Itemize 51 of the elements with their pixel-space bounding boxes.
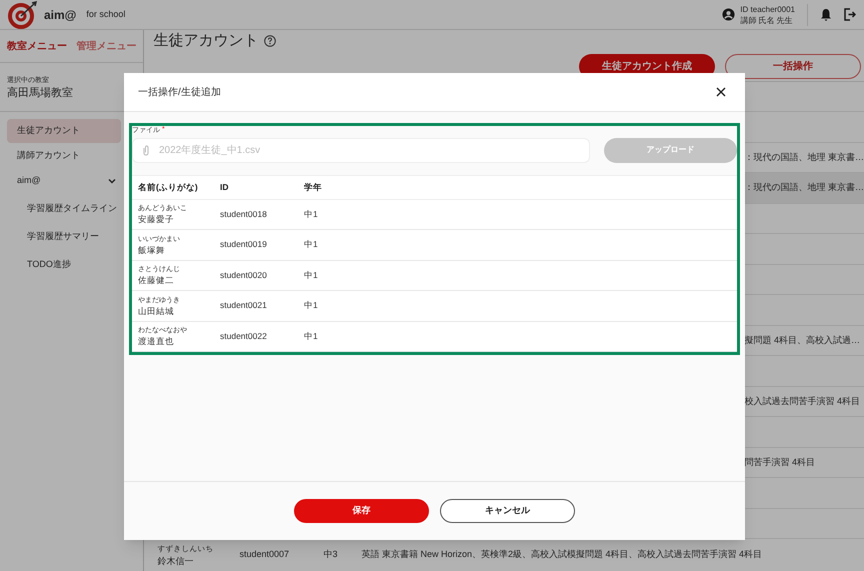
subjects-cell-text: 校入試過去問苦手演習 4科目 <box>744 394 860 408</box>
name-cell-text: 安藤愛子 <box>138 214 175 226</box>
user-id: ID teacher0001 <box>740 4 795 14</box>
id-cell-text: student0019 <box>220 238 268 252</box>
classroom-name: 高田馬場教室 <box>7 87 74 100</box>
menu-tab[interactable]: 教室メニュー <box>7 38 67 54</box>
grade-cell: 中1 <box>304 238 318 252</box>
sidebar-item[interactable]: 学習履歴タイムライン <box>7 197 121 221</box>
id-cell-text: student0020 <box>220 268 268 282</box>
name-cell-text: 渡邉直也 <box>138 336 175 348</box>
save-button[interactable]: 保存 <box>294 499 429 523</box>
grade-cell: 中1 <box>304 268 318 282</box>
id-cell-text: student0021 <box>220 299 268 312</box>
subjects-cell-text: 問苦手演習 4科目 <box>744 456 815 468</box>
sidebar-item[interactable]: aim@ <box>7 169 121 193</box>
subjects-cell-text: ：現代の国語、地理 東京書… <box>744 150 864 164</box>
grade-cell: 中1 <box>304 208 318 221</box>
logo-suffix: for school <box>86 8 126 21</box>
grade-cell-text: 中3 <box>323 548 338 562</box>
sidebar-item[interactable]: 生徒アカウント <box>7 119 121 143</box>
sidebar-item[interactable]: TODO進捗 <box>7 253 121 277</box>
sidebar-item[interactable]: 講師アカウント <box>7 144 121 168</box>
bell-icon[interactable] <box>820 8 832 21</box>
column-header: 学年 <box>304 180 322 194</box>
cancel-button[interactable]: キャンセル <box>440 499 575 523</box>
name-cell-text: 飯塚舞 <box>138 244 166 256</box>
user-name: 講師 氏名 先生 <box>740 14 794 26</box>
subjects-cell-text: ：現代の国語、地理 東京書… <box>744 181 864 194</box>
modal-title: 一括操作/生徒追加 <box>138 86 221 100</box>
column-header: ID <box>220 180 230 194</box>
name-cell-text: 佐藤健二 <box>138 275 175 286</box>
help-icon[interactable] <box>264 35 276 48</box>
chevron-icon <box>107 176 117 186</box>
page-title: 生徒アカウント <box>153 31 258 51</box>
column-header: 名前(ふりがな) <box>138 180 199 194</box>
logo-text: aim@ <box>44 6 76 24</box>
name-cell-text: 鈴木信一 <box>157 555 194 567</box>
close-icon[interactable] <box>716 87 726 97</box>
subjects-cell-text: 擬問題 4科目、高校入試過… <box>744 334 860 346</box>
id-cell-text: student0022 <box>220 330 268 343</box>
user-icon <box>722 8 736 21</box>
grade-cell: 中1 <box>304 330 318 343</box>
action-button[interactable]: 一括操作 <box>725 54 861 79</box>
paperclip-icon <box>143 144 149 156</box>
logout-icon[interactable] <box>844 8 856 21</box>
grade-cell: 中1 <box>304 299 318 312</box>
id-cell-text: student0018 <box>220 208 268 221</box>
name-cell-text: 山田結城 <box>138 306 175 317</box>
id-cell-text: student0007 <box>239 548 290 562</box>
subjects-cell-text: 英語 東京書籍 New Horizon、英検準2級、高校入試模擬問題 4科目、高校入試過去問苦手演習 4科目 <box>361 548 762 562</box>
sidebar-item[interactable]: 学習履歴サマリー <box>7 225 121 249</box>
